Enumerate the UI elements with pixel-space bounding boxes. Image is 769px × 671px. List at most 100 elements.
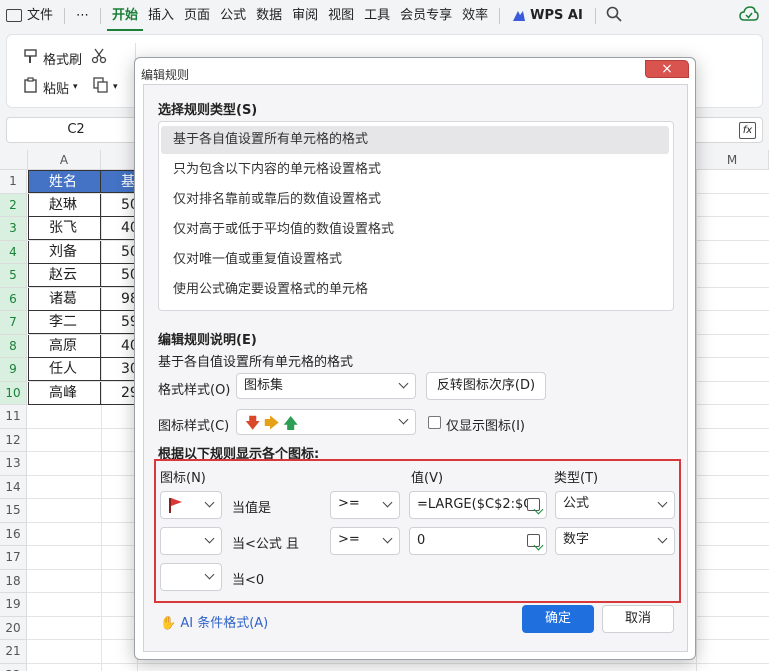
tab-member[interactable]: 会员专享 xyxy=(395,0,457,31)
value-text-2: 0 xyxy=(417,533,426,548)
row-header[interactable]: 14 xyxy=(0,475,27,499)
icon-select-3[interactable] xyxy=(160,563,222,591)
tab-home[interactable]: 开始 xyxy=(107,0,144,31)
cell-base[interactable]: 59 xyxy=(101,311,136,334)
fx-icon[interactable]: fx xyxy=(739,122,756,139)
tab-formula[interactable]: 公式 xyxy=(215,0,251,31)
column-header-a[interactable]: A xyxy=(28,150,101,170)
cell-base[interactable]: 50 xyxy=(101,240,136,264)
row-header[interactable]: 13 xyxy=(0,452,27,476)
cell-name[interactable]: 任人 xyxy=(28,358,101,381)
type-select-2[interactable]: 数字 xyxy=(555,527,675,555)
type-select-1[interactable]: 公式 xyxy=(555,491,675,519)
row-header[interactable]: 17 xyxy=(0,546,27,570)
tab-tools[interactable]: 工具 xyxy=(359,0,395,31)
row-header[interactable]: 11 xyxy=(0,405,27,429)
show-icon-only-checkbox[interactable] xyxy=(428,416,441,429)
row-header[interactable]: 15 xyxy=(0,499,27,523)
rule-type-option[interactable]: 仅对高于或低于平均值的数值设置格式 xyxy=(161,216,669,244)
rule-type-option[interactable]: 使用公式确定要设置格式的单元格 xyxy=(161,276,669,304)
row-header[interactable]: 18 xyxy=(0,569,27,593)
cell-name[interactable]: 刘备 xyxy=(28,240,101,264)
paste-icon xyxy=(23,77,39,97)
row-header[interactable]: 12 xyxy=(0,428,27,452)
tab-page[interactable]: 页面 xyxy=(179,0,215,31)
cell-name[interactable]: 高原 xyxy=(28,334,101,358)
cut-icon[interactable] xyxy=(91,48,107,64)
row-header[interactable]: 5 xyxy=(0,264,27,288)
cell-base[interactable]: 50 xyxy=(101,193,136,217)
window-icon[interactable] xyxy=(6,9,22,22)
cell-base[interactable]: 40 xyxy=(101,334,136,358)
row-header[interactable]: 16 xyxy=(0,522,27,546)
menu-more[interactable]: ⋯ xyxy=(71,0,94,31)
row-header[interactable]: 6 xyxy=(0,287,27,311)
row-header[interactable]: 4 xyxy=(0,240,27,264)
row-header[interactable]: 21 xyxy=(0,640,27,664)
ai-conditional-format-link[interactable]: ✋ AI 条件格式(A) xyxy=(160,612,268,631)
cell-name[interactable]: 赵琳 xyxy=(28,193,101,217)
cell-base[interactable]: 29 xyxy=(101,381,136,405)
cancel-button[interactable]: 取消 xyxy=(602,605,674,633)
rule-type-option[interactable]: 只为包含以下内容的单元格设置格式 xyxy=(161,156,669,184)
reverse-icon-order-button[interactable]: 反转图标次序(D) xyxy=(426,372,546,400)
condition-label-2: 当<公式 且 xyxy=(232,537,300,552)
cloud-sync-icon[interactable] xyxy=(739,5,759,26)
icon-select-2[interactable] xyxy=(160,527,222,555)
value-input-1[interactable]: =LARGE($C$2:$C xyxy=(409,491,547,519)
formula-input[interactable]: fx xyxy=(690,117,763,143)
select-all-corner[interactable] xyxy=(0,150,28,170)
row-header[interactable]: 19 xyxy=(0,593,27,617)
rule-type-list[interactable]: 基于各自值设置所有单元格的格式 只为包含以下内容的单元格设置格式 仅对排名靠前或… xyxy=(158,121,674,311)
menu-file[interactable]: 文件 xyxy=(22,0,58,31)
divider xyxy=(100,7,102,24)
format-painter-button[interactable]: 格式刷 xyxy=(23,48,82,68)
cell-name[interactable]: 张飞 xyxy=(28,217,101,240)
range-select-icon[interactable] xyxy=(527,534,540,547)
ok-button[interactable]: 确定 xyxy=(522,605,594,633)
column-header-m[interactable]: M xyxy=(696,150,769,170)
row-header[interactable]: 22 xyxy=(0,663,27,671)
tab-review[interactable]: 审阅 xyxy=(287,0,323,31)
row-header[interactable]: 9 xyxy=(0,358,27,382)
cell-base[interactable]: 50 xyxy=(101,264,136,287)
cell-name[interactable]: 李二 xyxy=(28,311,101,334)
search-icon[interactable] xyxy=(606,6,622,26)
cell-base[interactable]: 40 xyxy=(101,217,136,240)
rule-type-option[interactable]: 仅对排名靠前或靠后的数值设置格式 xyxy=(161,186,669,214)
tab-efficiency[interactable]: 效率 xyxy=(457,0,493,31)
cell-base[interactable]: 30 xyxy=(101,358,136,381)
row-header[interactable]: 20 xyxy=(0,616,27,640)
operator-select-1[interactable]: >= xyxy=(330,491,400,519)
format-style-select[interactable]: 图标集 xyxy=(236,373,416,399)
icon-style-select[interactable]: 🡇 🡆 🡅 xyxy=(236,409,416,435)
rule-type-option[interactable]: 仅对唯一值或重复值设置格式 xyxy=(161,246,669,274)
header-cell-name[interactable]: 姓名 xyxy=(28,170,101,193)
tab-data[interactable]: 数据 xyxy=(251,0,287,31)
column-header-b[interactable] xyxy=(101,150,137,170)
range-select-icon[interactable] xyxy=(527,498,540,511)
cell-base[interactable]: 98 xyxy=(101,287,136,311)
close-button[interactable]: × xyxy=(645,60,689,78)
row-header[interactable]: 3 xyxy=(0,217,27,241)
rule-type-option[interactable]: 基于各自值设置所有单元格的格式 xyxy=(161,126,669,154)
tab-view[interactable]: 视图 xyxy=(323,0,359,31)
value-input-2[interactable]: 0 xyxy=(409,527,547,555)
wps-ai-button[interactable]: WPS AI xyxy=(506,8,589,23)
name-box[interactable]: C2 xyxy=(6,117,146,143)
type-value-1: 公式 xyxy=(563,496,590,511)
row-header[interactable]: 10 xyxy=(0,381,27,405)
cell-name[interactable]: 赵云 xyxy=(28,264,101,287)
header-cell-base[interactable]: 基本 xyxy=(101,170,136,193)
row-header[interactable]: 8 xyxy=(0,334,27,358)
operator-select-2[interactable]: >= xyxy=(330,527,400,555)
cell-name[interactable]: 诸葛 xyxy=(28,287,101,311)
row-header[interactable]: 7 xyxy=(0,311,27,335)
row-header[interactable]: 2 xyxy=(0,193,27,217)
cell-name[interactable]: 高峰 xyxy=(28,381,101,405)
copy-button[interactable]: ▾ xyxy=(93,77,118,97)
icon-select-1[interactable] xyxy=(160,491,222,519)
tab-insert[interactable]: 插入 xyxy=(143,0,179,31)
row-header[interactable]: 1 xyxy=(0,170,27,194)
paste-button[interactable]: 粘贴 ▾ xyxy=(23,77,78,97)
